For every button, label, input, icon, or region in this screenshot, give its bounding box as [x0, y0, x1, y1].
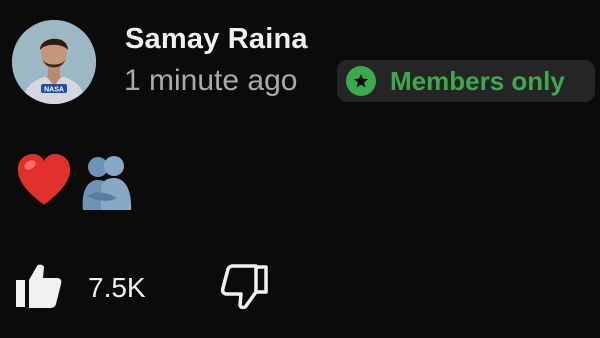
like-button[interactable]: [14, 262, 64, 310]
community-post: NASA Samay Raina 1 minute ago Members on…: [0, 0, 600, 338]
like-count: 7.5K: [88, 272, 146, 303]
thumbs-down-icon: [220, 264, 268, 310]
members-only-label: Members only: [390, 65, 565, 96]
post-timestamp: 1 minute ago: [124, 64, 298, 97]
members-only-badge: Members only: [337, 60, 595, 102]
author-name[interactable]: Samay Raina: [125, 23, 308, 56]
star-icon: [346, 66, 376, 96]
post-actions: 7.5K: [0, 262, 600, 312]
thumbs-up-icon: [16, 264, 62, 308]
author-avatar[interactable]: NASA: [12, 20, 96, 104]
people-hugging-emoji-icon: [82, 156, 132, 210]
dislike-button[interactable]: [219, 262, 269, 310]
avatar-image: NASA: [12, 20, 96, 104]
heart-emoji-icon: [17, 154, 71, 205]
avatar-shirt-text: NASA: [44, 87, 64, 94]
